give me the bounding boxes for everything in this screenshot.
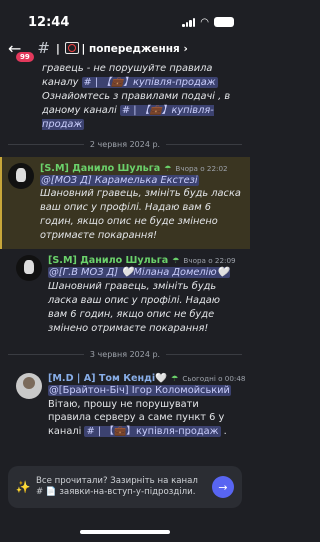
message-text: Шановний гравець, змініть будь ласка ваш…: [40, 188, 241, 242]
message-text: Шановний гравець, змініть будь ласка ваш…: [48, 280, 221, 334]
date-divider: 3 червня 2024 р.: [8, 350, 242, 359]
avatar[interactable]: [16, 255, 42, 282]
sparkle-icon[interactable]: ✨: [16, 480, 31, 494]
role-icon: ☂: [171, 373, 179, 383]
message[interactable]: [M.D | A] Том Кенді🤍 ☂ Сьогодні о 00:48 …: [8, 367, 246, 446]
author-name[interactable]: [M.D | A] Том Кенді🤍: [48, 373, 167, 384]
no-entry-icon: [65, 41, 80, 54]
role-icon: ☂: [172, 256, 180, 266]
wifi-icon: ◠: [200, 16, 209, 28]
author-name[interactable]: [S.M] Данило Шульга: [48, 255, 168, 266]
date-divider: 2 червня 2024 р.: [8, 140, 242, 149]
avatar[interactable]: [16, 372, 42, 399]
message[interactable]: [S.M] Данило Шульга ☂ Вчора о 22:02 @[МО…: [0, 156, 250, 250]
channel-title[interactable]: | | попередження ›: [56, 41, 188, 55]
user-mention[interactable]: @[МОЗ Д] Карамелька Екстезі: [40, 174, 199, 186]
message[interactable]: [S.M] Данило Шульга ☂ Вчора о 22:09 @[Г.…: [8, 249, 242, 342]
battery-icon: [214, 17, 234, 27]
arrow-right-icon[interactable]: →: [212, 476, 234, 498]
composer-prompt: Все прочитали? Зазирніть на канал # 📄 за…: [36, 475, 198, 497]
avatar[interactable]: [8, 162, 34, 189]
status-bar: 12:44 ◠: [0, 0, 250, 34]
message-continuation: гравець - не порушуйте правила каналу # …: [42, 63, 231, 130]
role-icon: ☂: [164, 163, 172, 173]
clock: 12:44: [28, 14, 70, 30]
channel-header: ← 99 # | | попередження ›: [0, 34, 250, 62]
timestamp: Вчора о 22:09: [183, 256, 236, 266]
message-list: гравець - не порушуйте правила каналу # …: [0, 62, 250, 445]
timestamp: Сьогодні о 00:48: [182, 373, 246, 383]
signal-icon: [182, 17, 196, 27]
user-mention[interactable]: @[Брайтон-Біч] Ігор Коломойський: [48, 384, 231, 396]
hash-icon: #: [37, 39, 50, 57]
status-icons: ◠: [182, 17, 234, 28]
home-indicator[interactable]: [80, 530, 170, 534]
message-composer[interactable]: ✨ Все прочитали? Зазирніть на канал # 📄 …: [8, 466, 242, 508]
user-mention[interactable]: @[Г.В МОЗ Д] 🤍Мілана Домелію🤍: [48, 267, 230, 279]
channel-mention[interactable]: # | 【💼】купівля-продаж: [84, 426, 221, 438]
author-name[interactable]: [S.M] Данило Шульга: [40, 163, 160, 174]
timestamp: Вчора о 22:02: [175, 163, 228, 173]
unread-badge: 99: [16, 52, 34, 62]
channel-mention[interactable]: # | 【💼】купівля-продаж: [81, 76, 218, 88]
